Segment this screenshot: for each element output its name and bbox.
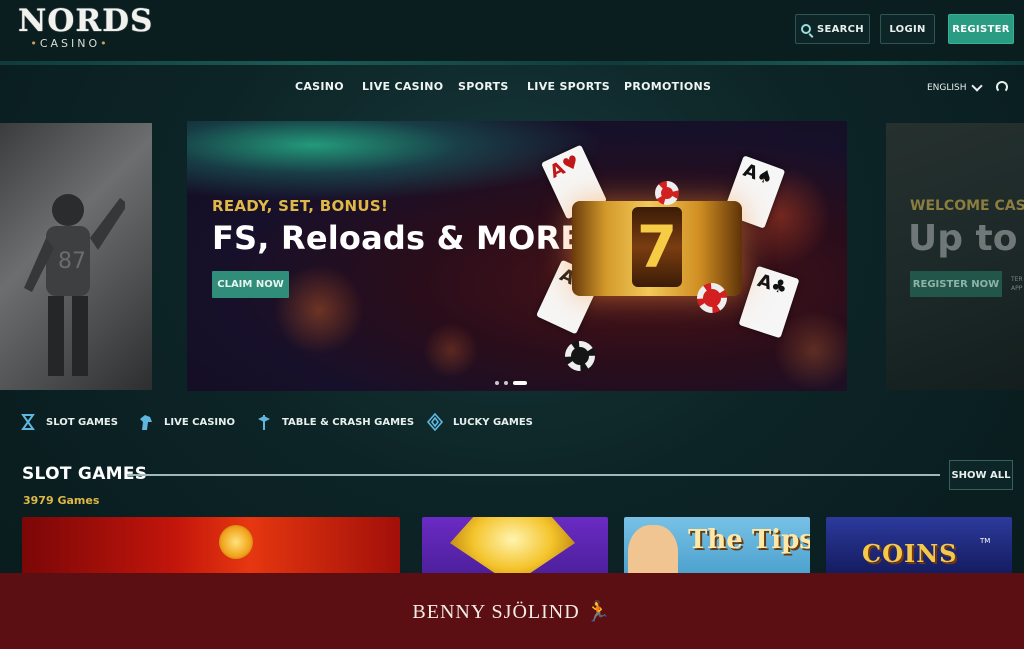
search-button-label: SEARCH <box>817 23 864 35</box>
nav-item-live-casino[interactable]: LIVE CASINO <box>362 80 443 93</box>
nav-item-casino[interactable]: CASINO <box>295 80 344 93</box>
logo-wordmark: NORDS <box>18 3 154 39</box>
side-banner-fine-print: TER APP <box>1011 276 1023 292</box>
claim-now-button[interactable]: CLAIM NOW <box>212 271 289 298</box>
game-tile[interactable] <box>422 517 608 577</box>
slot-seven-symbol: 7 <box>632 207 682 287</box>
game-artwork <box>219 525 253 559</box>
support-headset-icon[interactable] <box>996 81 1008 93</box>
category-label: TABLE & CRASH GAMES <box>282 416 415 428</box>
trademark-mark: TM <box>980 537 991 545</box>
game-title: The Tipsy <box>688 525 810 555</box>
footer-credit-bar: BENNY SJÖLIND 🏃 <box>0 573 1024 649</box>
casino-chip-black <box>565 341 595 371</box>
nav-item-live-sports[interactable]: LIVE SPORTS <box>527 80 610 93</box>
logo-subtitle: •CASINO• <box>30 37 110 50</box>
register-button[interactable]: REGISTER <box>948 14 1014 44</box>
svg-text:87: 87 <box>58 249 86 274</box>
carousel-next-slide[interactable]: WELCOME CASINO Up to € REGISTER NOW TER … <box>886 123 1024 390</box>
casino-chip-red-2 <box>655 181 679 205</box>
casino-chip-red <box>697 283 727 313</box>
hero-banner[interactable]: READY, SET, BONUS! FS, Reloads & MORE CL… <box>187 121 847 391</box>
game-title: COINS <box>862 539 958 568</box>
search-button[interactable]: SEARCH <box>795 14 870 44</box>
game-tile-the-tipsy[interactable]: The Tipsy <box>624 517 810 577</box>
side-banner-tagline: WELCOME CASINO <box>910 198 1024 214</box>
category-live-casino[interactable]: LIVE CASINO <box>138 413 235 431</box>
nords-casino-logo[interactable]: NORDS •CASINO• <box>18 3 154 56</box>
carousel-dot[interactable] <box>504 381 508 385</box>
carousel-dot-active[interactable] <box>513 381 527 385</box>
category-table-crash-games[interactable]: TABLE & CRASH GAMES <box>256 413 414 431</box>
category-label: LUCKY GAMES <box>453 416 533 428</box>
carousel-dot[interactable] <box>495 381 499 385</box>
hero-headline: FS, Reloads & MORE <box>212 219 583 257</box>
side-banner-headline: Up to € <box>908 218 1024 259</box>
game-tile-coins[interactable]: COINS TM <box>826 517 1012 577</box>
knot-icon <box>427 413 443 431</box>
language-selector[interactable]: ENGLISH <box>927 79 983 93</box>
gem-artwork <box>450 517 575 577</box>
show-all-button[interactable]: SHOW ALL <box>949 460 1013 490</box>
character-artwork <box>628 525 678 577</box>
footer-credit-text: BENNY SJÖLIND 🏃 <box>412 600 612 623</box>
game-category-tabs: SLOT GAMES LIVE CASINO TABLE & CRASH GAM… <box>0 413 1024 437</box>
carousel-prev-slide[interactable]: 87 <box>0 123 152 390</box>
category-lucky-games[interactable]: LUCKY GAMES <box>427 413 533 431</box>
language-label: ENGLISH <box>927 83 967 93</box>
football-player-image: 87 <box>24 194 125 376</box>
section-divider <box>127 474 940 476</box>
slot-rune-icon <box>21 414 35 430</box>
nav-item-promotions[interactable]: PROMOTIONS <box>624 80 711 93</box>
category-slot-games[interactable]: SLOT GAMES <box>20 413 118 431</box>
login-button[interactable]: LOGIN <box>880 14 935 44</box>
category-label: SLOT GAMES <box>46 416 118 428</box>
horse-head-icon <box>140 415 152 430</box>
search-icon <box>801 24 811 34</box>
register-now-button[interactable]: REGISTER NOW <box>910 271 1002 297</box>
main-nav: CASINO LIVE CASINO SPORTS LIVE SPORTS PR… <box>0 80 1024 98</box>
axe-icon <box>258 415 270 430</box>
hero-tagline: READY, SET, BONUS! <box>212 197 389 215</box>
category-label: LIVE CASINO <box>164 416 236 428</box>
carousel-pagination <box>495 381 527 385</box>
top-bar: NORDS •CASINO• SEARCH LOGIN REGISTER <box>0 0 1024 65</box>
nav-item-sports[interactable]: SPORTS <box>458 80 509 93</box>
game-tile[interactable] <box>22 517 400 577</box>
slot-reel-image: 7 <box>572 201 742 296</box>
games-count: 3979 Games <box>23 494 100 507</box>
